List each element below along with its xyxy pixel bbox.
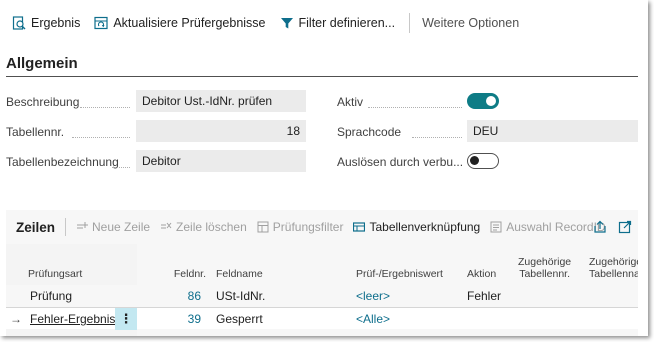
- aktualisiere-label: Aktualisiere Prüfergebnisse: [113, 16, 266, 30]
- sprachcode-leader: [412, 137, 462, 138]
- aktiv-leader: [368, 107, 462, 108]
- ergebnis-action[interactable]: Ergebnis: [8, 11, 84, 35]
- weitere-optionen-action[interactable]: Weitere Optionen: [418, 11, 523, 35]
- cell-pruefungsart: Prüfung: [30, 289, 73, 303]
- beschreibung-field[interactable]: Debitor Ust.-IdNr. prüfen: [136, 90, 306, 112]
- tabellenbezeichnung-label: Tabellenbezeichnung: [6, 155, 119, 169]
- beschreibung-label: Beschreibung: [6, 95, 80, 109]
- col-zug-tabellennr[interactable]: Zugehörige Tabellennr.: [518, 256, 572, 280]
- col-pruefungsart[interactable]: Prüfungsart: [28, 268, 82, 280]
- new-line-icon: [76, 221, 89, 233]
- page-frame: Ergebnis Aktualisiere Prüfergebnisse Fil…: [0, 0, 648, 336]
- beschreibung-leader: [80, 107, 130, 108]
- zeile-loeschen-label: Zeile löschen: [176, 220, 247, 234]
- section-title-allgemein[interactable]: Allgemein: [6, 55, 78, 72]
- pruefungsfilter-button[interactable]: Prüfungsfilter: [257, 220, 344, 234]
- filter-definieren-label: Filter definieren...: [298, 16, 396, 30]
- record-select-icon: [490, 221, 502, 233]
- filter-definieren-action[interactable]: Filter definieren...: [276, 11, 400, 35]
- zeilen-title[interactable]: Zeilen: [16, 220, 55, 235]
- ausloesen-label: Auslösen durch verbu...: [337, 155, 464, 169]
- cell-feldnr[interactable]: 86: [166, 285, 201, 307]
- tabellenverknuepfung-button[interactable]: Tabellenverknüpfung: [353, 220, 480, 234]
- refresh-table-icon: [94, 16, 108, 30]
- col-zug-tabellenname[interactable]: Zugehöriger Tabellenname: [589, 256, 638, 280]
- col-feldnr[interactable]: Feldnr.: [166, 268, 206, 280]
- col-pruefwert[interactable]: Prüf-/Ergebniswert: [356, 268, 443, 280]
- neue-zeile-label: Neue Zeile: [92, 220, 151, 234]
- table-link-icon: [353, 221, 366, 233]
- search-doc-icon: [12, 16, 26, 30]
- row-actions-button[interactable]: ⋮: [115, 308, 137, 330]
- check-filter-icon: [257, 221, 269, 233]
- table-row[interactable]: Prüfung 86 USt-IdNr. <leer> Fehler: [6, 285, 638, 307]
- zeilen-divider: [65, 218, 67, 236]
- tabellennr-field[interactable]: 18: [136, 120, 306, 142]
- pruefungsfilter-label: Prüfungsfilter: [272, 220, 344, 234]
- row-arrow-icon: →: [10, 312, 22, 326]
- actionbar-divider: [409, 13, 411, 33]
- sprachcode-label: Sprachcode: [337, 125, 402, 139]
- action-bar: Ergebnis Aktualisiere Prüfergebnisse Fil…: [0, 0, 648, 46]
- col-feldname[interactable]: Feldname: [216, 268, 263, 280]
- section-divider: [6, 76, 638, 77]
- filter-icon: [280, 16, 294, 30]
- weitere-optionen-label: Weitere Optionen: [422, 16, 520, 30]
- cell-feldname: USt-IdNr.: [216, 289, 266, 303]
- aktiv-label: Aktiv: [337, 95, 364, 109]
- cell-feldnr[interactable]: 39: [166, 308, 201, 330]
- tabellenbezeichnung-leader: [112, 167, 130, 168]
- table-row-selected[interactable]: → Fehler-Ergebnis ⋮ 39 Gesperrt <Alle>: [6, 307, 638, 330]
- col-zug-tabellenname-line2: Tabellenname: [589, 268, 638, 280]
- tabellennr-leader: [72, 137, 130, 138]
- grid-header: Prüfungsart Feldnr. Feldname Prüf-/Ergeb…: [6, 244, 638, 284]
- col-zug-tabellenname-line1: Zugehöriger: [589, 256, 638, 268]
- ausloesen-toggle[interactable]: [467, 153, 499, 169]
- tabellenverknuepfung-label: Tabellenverknüpfung: [369, 220, 481, 234]
- cell-pruefwert[interactable]: <Alle>: [356, 308, 390, 330]
- ergebnis-label: Ergebnis: [31, 16, 81, 30]
- auswahl-recordid-label: Auswahl RecordID: [506, 220, 606, 234]
- aktualisiere-pruefergebnisse-action[interactable]: Aktualisiere Prüfergebnisse: [90, 11, 269, 35]
- cell-pruefungsart[interactable]: Fehler-Ergebnis: [30, 308, 115, 330]
- aktiv-toggle[interactable]: [467, 93, 499, 109]
- col-zug-tabellennr-line2: Tabellennr.: [519, 268, 570, 280]
- zeile-loeschen-button[interactable]: Zeile löschen: [160, 220, 247, 234]
- open-in-new-window-icon[interactable]: [617, 219, 633, 235]
- cell-pruefwert[interactable]: <leer>: [356, 285, 390, 307]
- auswahl-recordid-button[interactable]: Auswahl RecordID: [490, 220, 606, 234]
- cell-aktion: Fehler: [467, 289, 502, 303]
- neue-zeile-button[interactable]: Neue Zeile: [76, 220, 150, 234]
- share-icon[interactable]: [592, 219, 608, 235]
- col-aktion[interactable]: Aktion: [467, 268, 496, 280]
- tabellennr-label: Tabellennr.: [6, 125, 65, 139]
- sprachcode-field[interactable]: DEU: [467, 120, 638, 142]
- zeilen-part: Zeilen Neue Zeile Zeile löschen Prüfungs…: [6, 210, 638, 336]
- tabellenbezeichnung-field[interactable]: Debitor: [136, 150, 306, 172]
- delete-line-icon: [160, 221, 172, 233]
- col-zug-tabellennr-line1: Zugehörige: [518, 256, 572, 268]
- zeilen-action-bar: Zeilen Neue Zeile Zeile löschen Prüfungs…: [6, 210, 638, 244]
- cell-feldname: Gesperrt: [216, 312, 263, 326]
